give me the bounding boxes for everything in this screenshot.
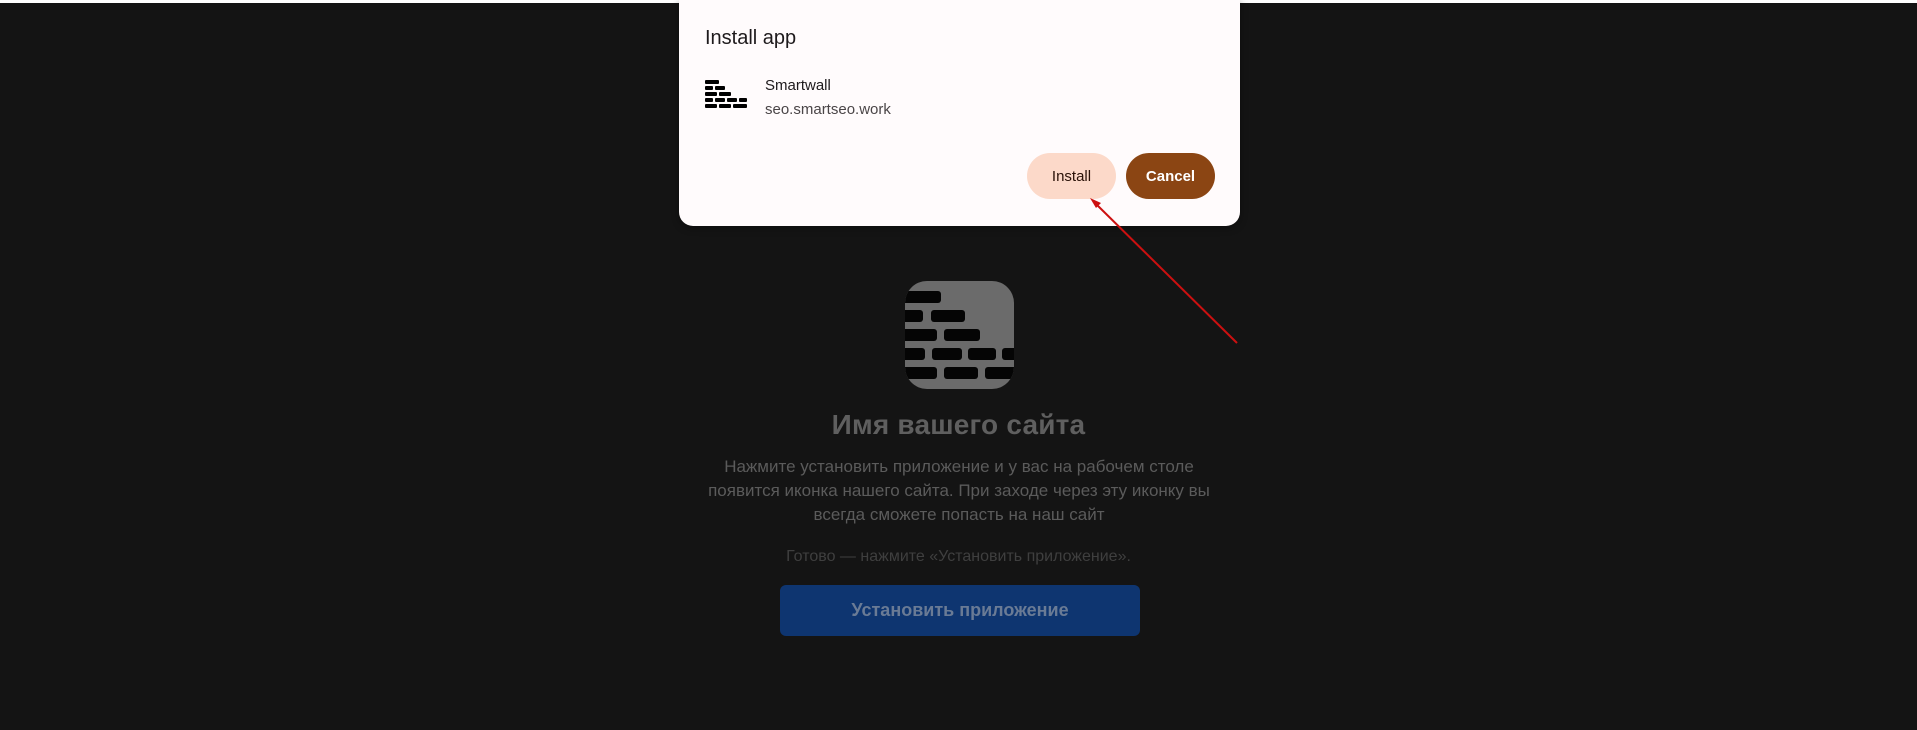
site-brick-wall-icon	[905, 281, 1014, 389]
app-url: seo.smartseo.work	[765, 101, 891, 118]
install-status-text: Готово — нажмите «Установить приложение»…	[786, 548, 1131, 565]
site-description: Нажмите установить приложение и у вас на…	[708, 457, 1210, 524]
install-button[interactable]: Install	[1027, 153, 1116, 199]
install-app-dialog: Install app Smartwall seo.smartseo.work …	[679, 0, 1240, 226]
site-title: Имя вашего сайта	[831, 409, 1086, 440]
app-name: Smartwall	[765, 77, 831, 94]
brick-wall-icon	[705, 80, 747, 114]
cancel-button[interactable]: Cancel	[1126, 153, 1215, 199]
install-app-button[interactable]: Установить приложение	[780, 585, 1140, 636]
dialog-title: Install app	[705, 27, 797, 49]
